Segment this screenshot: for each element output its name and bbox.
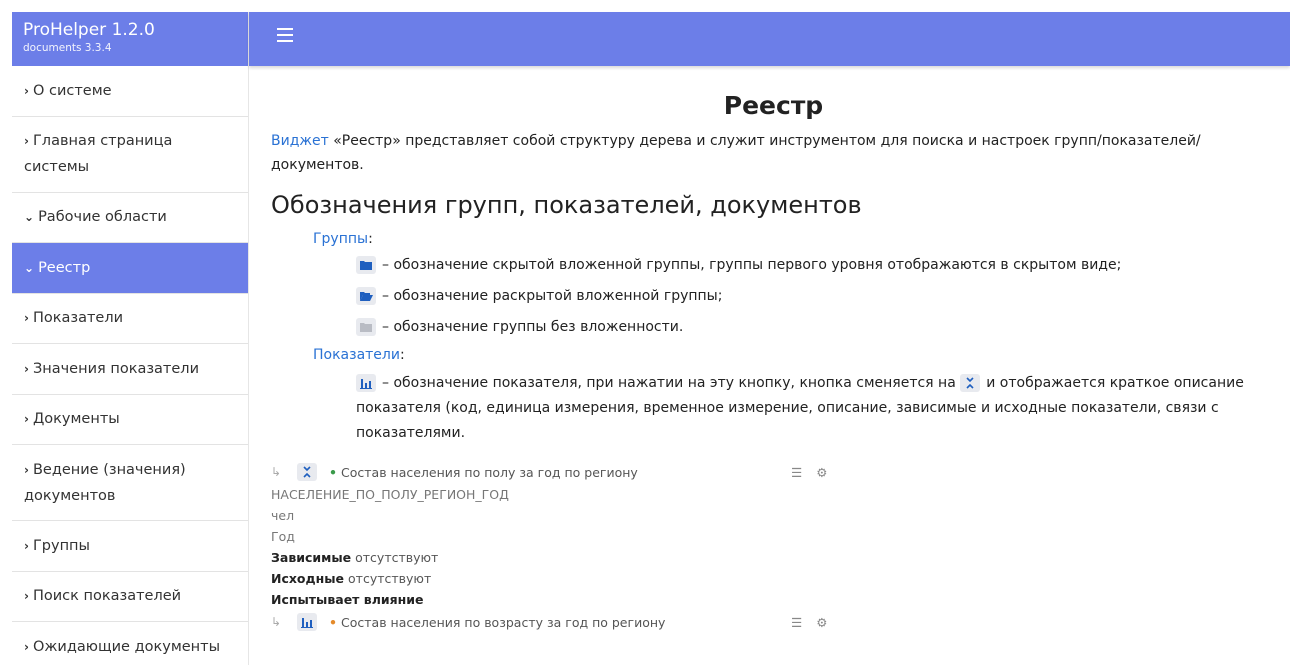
group-definition: – обозначение раскрытой вложенной группы… xyxy=(356,285,1276,307)
chevron-right-icon: › xyxy=(24,589,29,604)
collapse-icon xyxy=(960,374,981,392)
colon: : xyxy=(399,347,405,363)
indicators-heading: Показатели: xyxy=(313,344,1276,366)
folder-closed-icon xyxy=(356,256,376,274)
group-definition-text: – обозначение группы без вложенности. xyxy=(382,319,684,335)
folder-open-icon xyxy=(356,287,376,305)
sidebar-item-label: Значения показатели xyxy=(32,360,199,377)
chevron-down-icon: ⌄ xyxy=(24,260,35,275)
group-definition-text: – обозначение скрытой вложенной группы, … xyxy=(382,257,1122,273)
gear-icon[interactable]: ⚙ xyxy=(816,615,827,630)
app-version: documents 3.3.4 xyxy=(23,42,112,54)
groups-link[interactable]: Группы xyxy=(313,231,368,247)
tree-row-label: Состав населения по возрасту за год по р… xyxy=(341,614,666,630)
group-definition: – обозначение скрытой вложенной группы, … xyxy=(356,254,1276,276)
sidebar-item-label: Ведение (значения) документов xyxy=(24,461,186,504)
sidebar-item-label: Рабочие области xyxy=(38,209,167,226)
chevron-right-icon: › xyxy=(24,462,29,477)
sidebar-item-workspaces[interactable]: ⌄ Рабочие области xyxy=(12,193,248,243)
chevron-right-icon: › xyxy=(24,83,29,98)
sidebar-item-label: Ожидающие документы xyxy=(32,638,221,655)
sidebar-item-document-values[interactable]: › Ведение (значения) документов xyxy=(12,445,248,521)
tree-row-actions: ☰ ⚙ xyxy=(791,465,827,480)
main-content: Реестр Виджет «Реестр» представляет собо… xyxy=(271,66,1276,665)
sidebar-item-label: Реестр xyxy=(38,259,91,276)
widget-link[interactable]: Виджет xyxy=(271,133,329,149)
intro-text: «Реестр» представляет собой структуру де… xyxy=(271,133,1201,173)
indicator-definition: – обозначение показателя, при нажатии на… xyxy=(356,371,1276,446)
influence-label: Испытывает влияние xyxy=(271,592,424,607)
tree-example: ↳ • Состав населения по полу за год по р… xyxy=(271,460,1276,634)
group-definition-text: – обозначение раскрытой вложенной группы… xyxy=(382,288,723,304)
source-value: отсутствуют xyxy=(344,571,432,586)
indicator-text-1: – обозначение показателя, при нажатии на… xyxy=(382,375,956,391)
top-bar xyxy=(249,12,1290,66)
chevron-right-icon: › xyxy=(24,361,29,376)
indicator-period: Год xyxy=(271,529,295,544)
page-title: Реестр xyxy=(723,91,824,120)
tree-row[interactable]: ↳ • Состав населения по полу за год по р… xyxy=(271,460,1276,484)
colon: : xyxy=(368,231,373,247)
sidebar-item-label: Главная страница системы xyxy=(24,133,173,175)
bar-chart-icon xyxy=(356,374,376,392)
sidebar: ProHelper 1.2.0 documents 3.3.4 › О систе… xyxy=(12,12,249,665)
sidebar-item-home[interactable]: › Главная страница системы xyxy=(12,117,248,193)
source-label: Исходные xyxy=(271,571,345,586)
dependent-value: отсутствуют xyxy=(351,550,439,565)
tree-row[interactable]: ↳ • Состав населения по возрасту за год … xyxy=(271,610,1276,634)
chevron-right-icon: › xyxy=(24,412,29,427)
sidebar-item-indicator-search[interactable]: › Поиск показателей xyxy=(12,572,248,622)
status-dot-icon: • xyxy=(329,614,337,630)
group-definition: – обозначение группы без вложенности. xyxy=(356,316,1276,338)
groups-heading: Группы: xyxy=(313,228,1276,250)
chevron-right-icon: › xyxy=(24,639,29,654)
tree-branch-icon: ↳ xyxy=(271,615,282,629)
indicator-unit: чел xyxy=(271,508,295,523)
dependent-line: Зависимые отсутствуют xyxy=(271,547,1276,568)
sidebar-item-about[interactable]: › О системе xyxy=(12,66,248,117)
app-title: ProHelper 1.2.0 xyxy=(23,20,155,40)
folder-empty-icon xyxy=(356,318,376,336)
sidebar-item-pending-documents[interactable]: › Ожидающие документы xyxy=(12,622,248,665)
tree-row-label: Состав населения по полу за год по регио… xyxy=(341,464,638,480)
dependent-label: Зависимые xyxy=(271,550,352,565)
sidebar-item-label: Поиск показателей xyxy=(32,588,182,605)
bar-chart-icon[interactable] xyxy=(297,613,317,631)
chevron-right-icon: › xyxy=(24,134,29,148)
chevron-right-icon: › xyxy=(24,311,29,326)
sidebar-item-label: Группы xyxy=(32,537,90,554)
list-icon[interactable]: ☰ xyxy=(791,615,802,630)
chevron-right-icon: › xyxy=(24,538,29,553)
sidebar-item-label: О системе xyxy=(32,82,112,99)
indicators-link[interactable]: Показатели xyxy=(313,347,400,363)
gear-icon[interactable]: ⚙ xyxy=(816,465,827,480)
sidebar-item-documents[interactable]: › Документы xyxy=(12,395,248,445)
sidebar-item-label: Документы xyxy=(32,411,120,428)
sidebar-item-registry[interactable]: ⌄ Реестр xyxy=(12,243,248,294)
section-title: Обозначения групп, показателей, документ… xyxy=(271,191,862,219)
status-dot-icon: • xyxy=(329,464,337,480)
sidebar-item-label: Показатели xyxy=(32,310,124,327)
source-line: Исходные отсутствуют xyxy=(271,568,1276,589)
list-icon[interactable]: ☰ xyxy=(791,465,802,480)
sidebar-item-groups[interactable]: › Группы xyxy=(12,521,248,572)
sidebar-item-indicator-values[interactable]: › Значения показатели xyxy=(12,344,248,395)
menu-icon[interactable] xyxy=(277,28,293,42)
intro-paragraph: Виджет «Реестр» представляет собой струк… xyxy=(271,129,1276,177)
collapse-icon[interactable] xyxy=(297,463,317,481)
chevron-down-icon: ⌄ xyxy=(24,210,35,225)
sidebar-item-indicators[interactable]: › Показатели xyxy=(12,294,248,344)
indicator-code: НАСЕЛЕНИЕ_ПО_ПОЛУ_РЕГИОН_ГОД xyxy=(271,487,509,502)
brand-header[interactable]: ProHelper 1.2.0 documents 3.3.4 xyxy=(12,12,248,66)
tree-branch-icon: ↳ xyxy=(271,465,282,479)
tree-row-actions: ☰ ⚙ xyxy=(791,615,827,630)
